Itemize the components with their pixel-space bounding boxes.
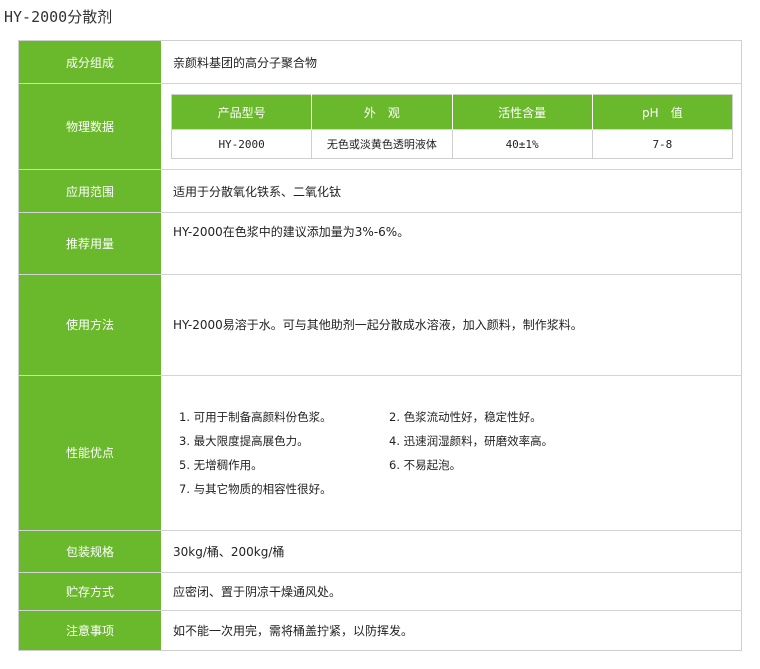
physical-data-table: 产品型号 外 观 活性含量 pH 值 HY-2000 无色或淡黄色透明液体 40…: [171, 94, 733, 160]
row-application: 应用范围 适用于分散氧化铁系、二氧化钛: [18, 169, 742, 213]
header-model: 产品型号: [171, 94, 313, 130]
row-label: 物理数据: [18, 83, 161, 170]
row-value: 30kg/桶、200kg/桶: [161, 529, 742, 573]
list-item: 6. 不易起泡。: [389, 457, 462, 472]
list-item: 7. 与其它物质的相容性很好。: [179, 481, 332, 496]
row-label: 使用方法: [18, 274, 161, 376]
row-label: 应用范围: [18, 169, 161, 213]
cell-model: HY-2000: [171, 129, 313, 159]
row-usage: 使用方法 HY-2000易溶于水。可与其他助剂一起分散成水溶液，加入颜料，制作浆…: [18, 274, 742, 376]
row-label: 贮存方式: [18, 571, 161, 611]
list-item: 1. 可用于制备高颜料份色浆。: [179, 409, 332, 424]
row-label: 注意事项: [18, 609, 161, 651]
row-packaging: 包装规格 30kg/桶、200kg/桶: [18, 529, 742, 573]
cell-active-content: 40±1%: [452, 129, 593, 159]
physical-value-row: HY-2000 无色或淡黄色透明液体 40±1% 7-8: [171, 129, 733, 159]
row-label: 性能优点: [18, 374, 161, 531]
row-label: 成分组成: [18, 40, 161, 84]
cell-ph: 7-8: [592, 129, 733, 159]
row-value: 亲颜料基团的高分子聚合物: [173, 55, 318, 70]
header-appearance: 外 观: [311, 94, 453, 130]
spec-table: 成分组成 亲颜料基团的高分子聚合物 物理数据 产品型号 外 观 活性含量 pH …: [18, 40, 742, 651]
row-composition: 成分组成 亲颜料基团的高分子聚合物: [18, 40, 742, 84]
header-active-content: 活性含量: [452, 94, 593, 130]
header-ph: pH 值: [592, 94, 733, 130]
cell-appearance: 无色或淡黄色透明液体: [311, 129, 453, 159]
row-dosage: 推荐用量 HY-2000在色浆中的建议添加量为3%-6%。: [18, 212, 742, 275]
row-label: 推荐用量: [18, 212, 161, 275]
physical-data-cell: 产品型号 外 观 活性含量 pH 值 HY-2000 无色或淡黄色透明液体 40…: [161, 83, 742, 170]
list-item: 4. 迅速润湿颜料，研磨效率高。: [389, 433, 554, 448]
row-notes: 注意事项 如不能一次用完，需将桶盖拧紧，以防挥发。: [18, 609, 742, 651]
row-value: HY-2000在色浆中的建议添加量为3%-6%。: [161, 212, 742, 275]
list-item: 2. 色浆流动性好，稳定性好。: [389, 409, 542, 424]
row-value: 如不能一次用完，需将桶盖拧紧，以防挥发。: [161, 609, 742, 651]
advantages-cell: 1. 可用于制备高颜料份色浆。 2. 色浆流动性好，稳定性好。 3. 最大限度提…: [161, 374, 742, 531]
list-item: 3. 最大限度提高展色力。: [179, 433, 309, 448]
row-label: 包装规格: [18, 529, 161, 573]
row-physical: 物理数据 产品型号 外 观 活性含量 pH 值 HY-2000 无色或淡黄色透明…: [18, 83, 742, 170]
list-item: 5. 无增稠作用。: [179, 457, 263, 472]
row-storage: 贮存方式 应密闭、置于阴凉干燥通风处。: [18, 571, 742, 611]
page-title: HY-2000分散剂: [4, 8, 113, 26]
row-value: 适用于分散氧化铁系、二氧化钛: [161, 169, 742, 213]
physical-header-row: 产品型号 外 观 活性含量 pH 值: [171, 94, 733, 130]
advantages-list: 1. 可用于制备高颜料份色浆。 2. 色浆流动性好，稳定性好。 3. 最大限度提…: [173, 409, 741, 497]
row-value: 应密闭、置于阴凉干燥通风处。: [161, 571, 742, 611]
row-value: HY-2000易溶于水。可与其他助剂一起分散成水溶液，加入颜料，制作浆料。: [161, 274, 742, 376]
row-advantages: 性能优点 1. 可用于制备高颜料份色浆。 2. 色浆流动性好，稳定性好。 3. …: [18, 374, 742, 531]
